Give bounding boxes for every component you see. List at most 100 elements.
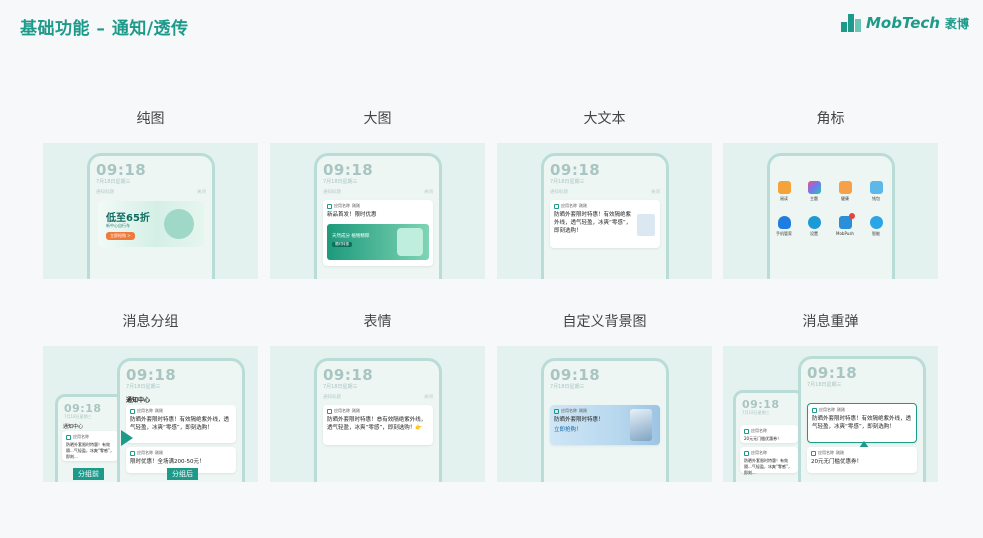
notif-text: 防晒外套限时特惠！有效隔绝紫外线，透气轻盈，冰爽“零感”，即刻选购！	[812, 416, 912, 430]
app-theme[interactable]: 主题	[804, 181, 824, 202]
app-label: 钱包	[872, 196, 880, 201]
app-name: 应用名称	[561, 203, 577, 208]
date: 7月18日星期三	[64, 414, 92, 419]
app-label: 主题	[810, 196, 818, 201]
bike-image	[164, 209, 194, 239]
phone-mockup: 09:18 7月18日星期三 通知标题 关闭 应用名称 刚刚 防晒外套限时特惠！有…	[541, 153, 669, 279]
app-icon	[327, 408, 332, 414]
date: 7月18日星期三	[323, 384, 358, 390]
tag-after: 分组后	[167, 468, 198, 480]
notification-repop[interactable]: 应用名称 刚刚 防晒外套限时特惠！有效隔绝紫外线，透气轻盈，冰爽“零感”，即刻选购…	[807, 403, 917, 443]
notif-time: 刚刚	[155, 450, 163, 455]
notif-text: 防晒外套限时特惠！😎有效隔绝紫外线，透气轻盈，冰爽“零感”，即刻选购！👉	[327, 417, 427, 431]
banner-title: 低至65折	[106, 213, 150, 224]
app-manager[interactable]: 手机管家	[774, 216, 794, 237]
phone-before: 09:18 7月18日星期三 应用名称 20元无门槛优惠券！ 应用名称 防晒外套…	[733, 390, 805, 482]
app-label: 设置	[810, 231, 818, 236]
app-label: 健康	[841, 196, 849, 201]
banner-sub: 限时特惠	[332, 242, 352, 247]
notif-text: 防晒外套限时特惠！有效隔绝紫外线，透气轻盈，冰爽“零感”，即刻选购！	[554, 212, 632, 234]
theme-icon	[807, 181, 821, 194]
app-icon	[327, 203, 332, 209]
app-smart[interactable]: 智能	[866, 216, 886, 237]
card-pure-image: 纯图 09:18 7月18日星期三 通知标题 关闭 低至65折 新中心自行车 立…	[43, 109, 258, 279]
phone-mockup: 09:18 7月18日星期三 通知标题 关闭 应用名称 刚刚 新品首发！限时优惠 …	[314, 153, 442, 279]
mobtech-logo: MobTech 袤博	[840, 14, 969, 32]
app-label: MobPush	[836, 231, 854, 236]
preview-panel: 09:18 7月18日星期三 通知标题 关闭 应用名称 刚刚 新品首发！限时优惠 …	[270, 143, 485, 279]
gear-icon	[807, 216, 821, 229]
phone-mockup: 09:18 7月18日星期三 应用名称 刚刚 防晒外套限时特惠！ 立即抢购！	[541, 358, 669, 482]
card-label: 角标	[816, 111, 845, 127]
app-name: 应用名称	[818, 450, 834, 455]
app-icon	[811, 450, 816, 456]
app-name: 应用名称	[819, 407, 835, 412]
app-reading[interactable]: 阅读	[774, 181, 794, 202]
app-mobpush[interactable]: MobPush	[835, 213, 855, 236]
date: 7月18日星期三	[550, 179, 585, 185]
app-wallet[interactable]: 钱包	[866, 181, 886, 202]
date: 7月18日星期三	[742, 410, 770, 415]
card-big-text: 大文本 09:18 7月18日星期三 通知标题 关闭 应用名称 刚刚 防晒外套限时…	[497, 109, 712, 279]
phone-mockup: 09:18 7月18日星期三 通知标题 关闭 低至65折 新中心自行车 立即抢购…	[87, 153, 215, 279]
notification-small-1[interactable]: 应用名称 20元无门槛优惠券！	[740, 425, 798, 443]
notification[interactable]: 应用名称 刚刚 防晒外套限时特惠！有效隔绝紫外线，透气轻盈，冰爽“零感”，即刻选购…	[550, 200, 660, 248]
phone-after: 09:18 7月18日星期三 通知中心 应用名称 刚刚 防晒外套限时特惠！有效隔绝…	[117, 358, 245, 482]
app-icon	[130, 450, 135, 456]
card-label: 纯图	[136, 111, 165, 127]
app-label: 阅读	[780, 196, 788, 201]
date: 7月18日星期三	[323, 179, 358, 185]
product-image	[397, 228, 423, 256]
notif-time: 刚刚	[579, 203, 587, 208]
notif-time: 刚刚	[837, 407, 845, 412]
app-name: 应用名称	[137, 450, 153, 455]
app-settings[interactable]: 设置	[804, 216, 824, 237]
notification-2[interactable]: 应用名称 刚刚 20元无门槛优惠券！	[807, 447, 917, 473]
notification[interactable]: 应用名称 刚刚 新品首发！限时优惠 天然成分 植物精粹 限时特惠	[323, 200, 433, 266]
notification-small-2[interactable]: 应用名称 防晒外套限时特惠！有效隔...气轻盈，冰爽“零感”，即刻...	[740, 447, 798, 475]
big-image: 天然成分 植物精粹 限时特惠	[327, 224, 429, 260]
date: 7月18日星期三	[126, 384, 161, 390]
app-icon	[66, 434, 71, 440]
chat-icon	[869, 216, 883, 229]
clock: 09:18	[550, 161, 601, 179]
card-label: 大文本	[583, 111, 626, 127]
app-name: 应用名称	[561, 408, 577, 413]
app-icon	[554, 408, 559, 414]
clock: 09:18	[323, 161, 374, 179]
image-banner[interactable]: 低至65折 新中心自行车 立即抢购 >	[98, 201, 204, 247]
date: 7月18日星期三	[96, 179, 131, 185]
notif-time: 刚刚	[155, 408, 163, 413]
preview-panel: 09:18 7月18日星期三 通知标题 关闭 应用名称 刚刚 防晒外套限时特惠！😎…	[270, 346, 485, 482]
card-message-group: 消息分组 09:18 7月18日星期三 通知中心 应用名称 防晒外套限时特惠！有…	[43, 312, 258, 482]
banner-button[interactable]: 立即抢购 >	[106, 232, 135, 240]
clock: 09:18	[807, 364, 858, 382]
notification-1[interactable]: 应用名称 刚刚 防晒外套限时特惠！有效隔绝紫外线，透气轻盈，冰爽“零感”，即刻选购…	[126, 405, 236, 443]
card-label: 自定义背景图	[562, 314, 647, 330]
date: 7月18日星期三	[550, 384, 585, 390]
card-label: 消息重弹	[802, 314, 859, 330]
phone-after: 09:18 7月18日星期三 应用名称 刚刚 防晒外套限时特惠！有效隔绝紫外线，透…	[798, 356, 926, 482]
preview-panel: 阅读 主题 健康 钱包 手机管家 设置 MobPush 智能	[723, 143, 938, 279]
banner-sub: 新中心自行车	[106, 223, 130, 228]
background-image	[630, 409, 652, 441]
thumbnail-image	[637, 214, 655, 236]
notif-text: 防晒外套限时特惠！有效隔...气轻盈，冰爽“零感”，即刻...	[744, 458, 792, 475]
app-name: 应用名称	[751, 428, 767, 433]
sub-left: 通知标题	[96, 190, 114, 195]
shield-icon	[777, 216, 791, 229]
notif-text: 防晒外套限时特惠！有效隔绝紫外线，透气轻盈，冰爽“零感”，即刻选购！	[130, 417, 230, 431]
notification-small[interactable]: 应用名称 防晒外套限时特惠！有效隔...气轻盈，冰爽“零感”，即刻...	[62, 431, 118, 461]
app-label: 智能	[872, 231, 880, 236]
sub-right: 关闭	[651, 190, 660, 195]
clock: 09:18	[323, 366, 374, 384]
card-label: 消息分组	[122, 314, 179, 330]
page-title: 基础功能 – 通知/透传	[20, 19, 189, 39]
badge-dot	[848, 213, 855, 219]
app-health[interactable]: 健康	[835, 181, 855, 202]
sub-left: 通知标题	[323, 190, 341, 195]
arrow-right-icon	[121, 430, 133, 446]
notification-center-label: 通知中心	[126, 397, 151, 404]
notification-custom-bg[interactable]: 应用名称 刚刚 防晒外套限时特惠！ 立即抢购！	[550, 405, 660, 445]
notification[interactable]: 应用名称 刚刚 防晒外套限时特惠！😎有效隔绝紫外线，透气轻盈，冰爽“零感”，即刻选…	[323, 405, 433, 445]
